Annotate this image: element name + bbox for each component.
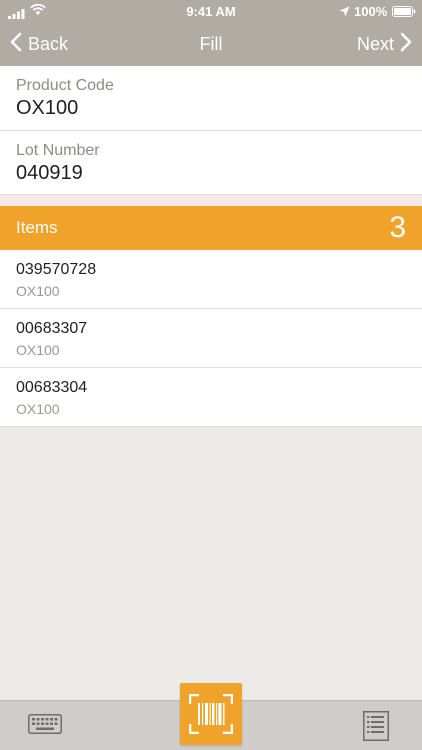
location-arrow-icon xyxy=(339,5,350,20)
item-product: OX100 xyxy=(16,401,60,417)
items-header: Items 3 xyxy=(0,206,422,250)
list-item[interactable]: 00683304 OX100 xyxy=(0,368,422,427)
status-bar: 9:41 AM 100% xyxy=(0,0,422,22)
item-code: 00683304 xyxy=(16,379,88,396)
item-code: 039570728 xyxy=(16,261,97,278)
scan-button[interactable] xyxy=(180,683,242,745)
chevron-right-icon xyxy=(400,32,412,57)
items-list: 039570728 OX100 00683307 OX100 00683304 … xyxy=(0,250,422,427)
lot-number-field[interactable]: Lot Number 040919 xyxy=(0,131,422,195)
product-code-value: OX100 xyxy=(16,97,79,119)
nav-bar: Back Fill Next xyxy=(0,22,422,66)
product-code-label: Product Code xyxy=(16,77,114,94)
items-header-label: Items xyxy=(16,218,58,237)
next-label: Next xyxy=(356,33,394,54)
lot-number-label: Lot Number xyxy=(16,142,100,159)
list-item[interactable]: 00683307 OX100 xyxy=(0,309,422,368)
battery-icon xyxy=(392,5,416,20)
battery-percent: 100% xyxy=(354,4,388,19)
item-product: OX100 xyxy=(16,283,60,299)
product-code-field[interactable]: Product Code OX100 xyxy=(0,66,422,131)
item-product: OX100 xyxy=(16,342,60,358)
item-code: 00683307 xyxy=(16,320,88,337)
section-divider xyxy=(0,195,422,206)
next-button[interactable]: Next xyxy=(357,22,412,66)
lot-number-value: 040919 xyxy=(16,162,83,184)
list-icon[interactable] xyxy=(363,711,389,746)
top-bar: 9:41 AM 100% Back Fill Next xyxy=(0,0,422,66)
list-item[interactable]: 039570728 OX100 xyxy=(0,250,422,309)
items-count: 3 xyxy=(389,211,406,244)
keyboard-icon[interactable] xyxy=(28,714,62,739)
